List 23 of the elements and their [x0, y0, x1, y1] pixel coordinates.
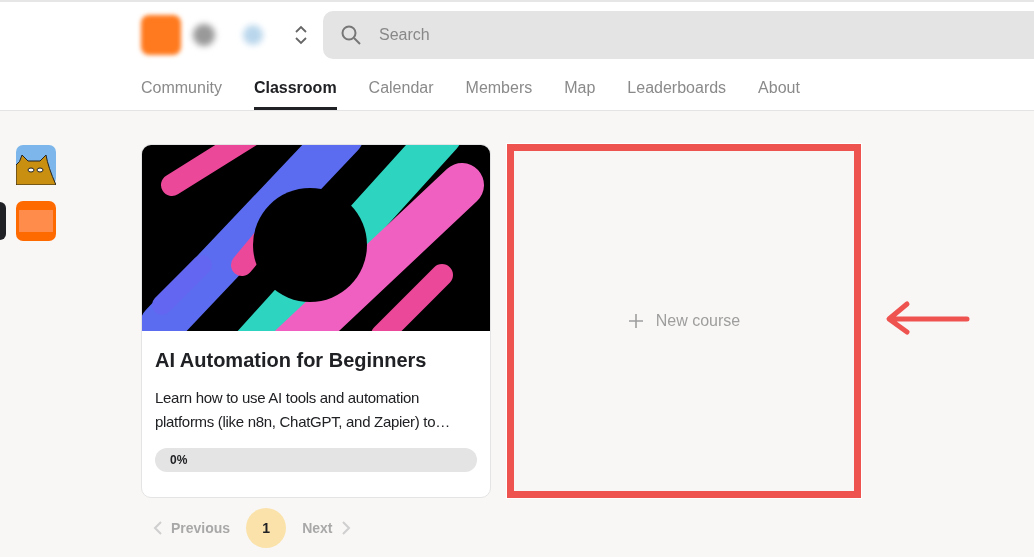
previous-button[interactable]: Previous	[153, 520, 231, 536]
nav-tab[interactable]: Map	[564, 73, 596, 110]
progress-label: 0%	[170, 453, 188, 467]
course-title: AI Automation for Beginners	[155, 349, 428, 372]
nav-tab[interactable]: About	[758, 73, 800, 110]
chevron-right-icon	[340, 521, 351, 535]
nav-tab[interactable]: Community	[141, 73, 222, 110]
chevron-left-icon	[153, 521, 163, 535]
nav-tab[interactable]: Classroom	[253, 73, 337, 110]
page-button[interactable]: 1	[246, 508, 287, 548]
new-course-button[interactable]: New course	[507, 144, 861, 498]
cat-avatar-icon[interactable]	[16, 145, 56, 185]
course-description: Learn how to use AI tools and automation platforms (like n8n, ChatGPT, and Zapier) to…	[155, 388, 451, 432]
nav-tab[interactable]: Leaderboards	[627, 73, 727, 110]
plus-icon	[627, 313, 644, 329]
course-card[interactable]: AI Automation for Beginners Learn how to use AI tools and automation platforms (like n8n, ChatGPT, and Zapier) to… 0%	[141, 144, 491, 498]
next-button[interactable]: Next	[302, 520, 351, 536]
nav-tab[interactable]: Calendar	[368, 73, 434, 110]
search-input[interactable]: Search	[377, 24, 1034, 45]
search-field[interactable]: Search	[323, 10, 1034, 59]
blurred-name-drawing	[193, 23, 263, 46]
search-icon	[341, 24, 361, 45]
nav-tab[interactable]: Members	[465, 73, 533, 110]
